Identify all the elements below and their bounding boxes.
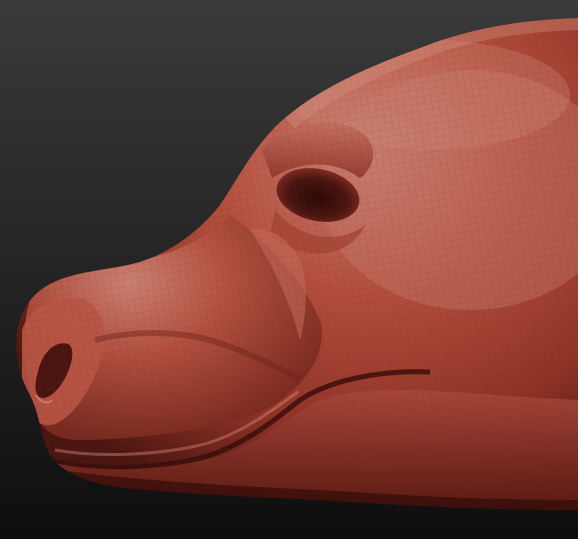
sculpt-viewport[interactable]	[0, 0, 578, 539]
sculpt-canvas[interactable]	[0, 0, 578, 539]
